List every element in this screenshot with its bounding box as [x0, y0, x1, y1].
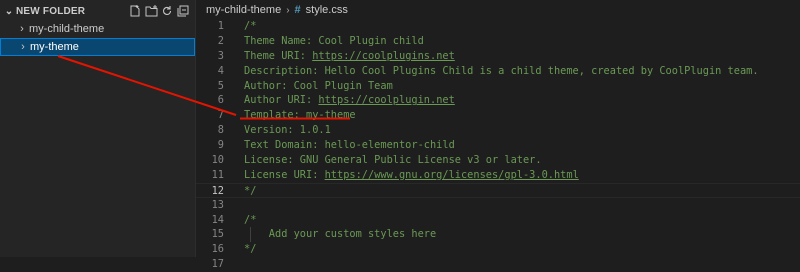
code-line[interactable]: 9 Text Domain: hello-elementor-child	[196, 138, 800, 153]
css-file-icon: #	[294, 4, 301, 16]
line-number: 15	[211, 228, 224, 241]
code-line[interactable]: 7 Template: my-theme	[196, 108, 800, 123]
code-line[interactable]: 8 Version: 1.0.1	[196, 123, 800, 138]
code-line[interactable]: 4 Description: Hello Cool Plugins Child i…	[196, 64, 800, 79]
code-text-prefix: Author URI:	[244, 94, 319, 107]
code-text: Theme URI: https://coolplugins.net	[244, 49, 455, 64]
new-file-icon[interactable]	[128, 4, 142, 18]
indent-guide	[250, 227, 251, 243]
tree-item-label: my-theme	[30, 41, 79, 53]
folder-title: NEW FOLDER	[16, 5, 86, 17]
code-line[interactable]: 14 /*	[196, 213, 800, 228]
code-line[interactable]: 5 Author: Cool Plugin Team	[196, 79, 800, 94]
chevron-right-icon: ›	[20, 23, 24, 35]
explorer-folder-header[interactable]: ⌄ NEW FOLDER	[0, 0, 195, 22]
code-text: Add your custom styles here	[244, 228, 437, 241]
code-text-prefix: License URI:	[244, 168, 325, 181]
code-editor[interactable]: 1 /* 2 Theme Name: Cool Plugin child 3 Theme …	[196, 19, 800, 272]
tree-item-my-theme[interactable]: › my-theme	[0, 38, 195, 56]
code-text: License URI: https://www.gnu.org/license…	[244, 168, 579, 183]
breadcrumb-folder[interactable]: my-child-theme	[206, 4, 281, 16]
code-line[interactable]: 17	[196, 257, 800, 272]
code-line[interactable]: 3 Theme URI: https://coolplugins.net	[196, 49, 800, 64]
code-text: Author URI: https://coolplugin.net	[244, 93, 455, 108]
explorer-actions	[128, 4, 190, 18]
code-link[interactable]: https://coolplugin.net	[318, 94, 454, 106]
line-number: 8	[217, 124, 224, 137]
new-folder-icon[interactable]	[144, 4, 158, 18]
chevron-right-icon: ›	[286, 4, 290, 16]
code-text: Template: my-theme	[244, 109, 356, 122]
code-line[interactable]: 2 Theme Name: Cool Plugin child	[196, 34, 800, 49]
editor-area: my-child-theme › # style.css 1 /* 2 Theme N…	[196, 0, 800, 270]
code-line[interactable]: 16 */	[196, 242, 800, 257]
code-link[interactable]: https://www.gnu.org/licenses/gpl-3.0.htm…	[325, 169, 579, 181]
line-number: 12	[211, 184, 224, 197]
code-text: Version: 1.0.1	[244, 124, 331, 137]
line-number: 13	[211, 198, 224, 211]
code-line[interactable]: 10 License: GNU General Public License v3…	[196, 153, 800, 168]
line-number: 17	[211, 258, 224, 271]
code-link[interactable]: https://coolplugins.net	[312, 50, 455, 62]
code-text-prefix: Theme URI:	[244, 49, 313, 62]
line-number: 5	[217, 79, 224, 92]
breadcrumb: my-child-theme › # style.css	[196, 0, 800, 20]
tree-item-my-child-theme[interactable]: › my-child-theme	[0, 20, 195, 38]
code-line[interactable]: 1 /*	[196, 19, 800, 34]
code-text: /*	[244, 20, 257, 32]
code-text: */	[244, 243, 257, 256]
line-number: 14	[211, 213, 224, 226]
line-number: 16	[211, 243, 224, 256]
line-number: 1	[217, 20, 224, 32]
breadcrumb-file[interactable]: style.css	[306, 4, 348, 16]
explorer-sidebar: ⌄ NEW FOLDER › my-child-theme › my-theme	[0, 0, 196, 257]
code-text: Text Domain: hello-elementor-child	[244, 139, 455, 152]
code-line[interactable]: 11 License URI: https://www.gnu.org/licen…	[196, 168, 800, 183]
collapse-all-icon[interactable]	[176, 4, 190, 18]
code-line[interactable]: 15 Add your custom styles here	[196, 227, 800, 243]
code-text: Author: Cool Plugin Team	[244, 79, 393, 92]
code-text: License: GNU General Public License v3 o…	[244, 154, 542, 167]
code-text: /*	[244, 213, 257, 226]
chevron-down-icon: ⌄	[4, 5, 14, 17]
line-number: 2	[217, 34, 224, 47]
code-line[interactable]: 13	[196, 198, 800, 213]
code-line[interactable]: 12 */	[196, 182, 800, 198]
code-text: Theme Name: Cool Plugin child	[244, 34, 424, 47]
refresh-icon[interactable]	[160, 4, 174, 18]
line-number: 6	[217, 94, 224, 107]
line-number: 9	[217, 139, 224, 152]
line-number: 4	[217, 64, 224, 77]
line-number: 10	[211, 154, 224, 167]
tree-item-label: my-child-theme	[29, 23, 105, 35]
code-text: */	[244, 184, 257, 197]
line-number: 7	[217, 109, 224, 122]
code-line[interactable]: 6 Author URI: https://coolplugin.net	[196, 93, 800, 108]
code-text: Description: Hello Cool Plugins Child is…	[244, 64, 759, 77]
line-number: 3	[217, 49, 224, 62]
chevron-right-icon: ›	[21, 41, 25, 53]
line-number: 11	[211, 168, 224, 181]
